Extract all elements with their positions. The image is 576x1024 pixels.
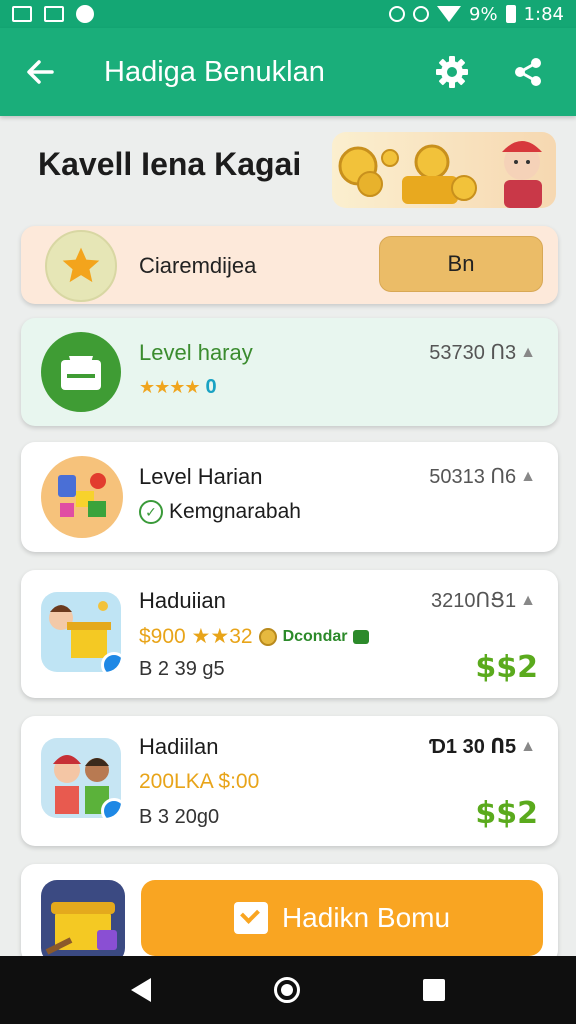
check-circle-icon: ✓ <box>139 500 163 524</box>
item-code: B 3 20g0 <box>139 806 220 828</box>
alarm-icon <box>413 6 430 22</box>
bonus-button[interactable]: Hadikn Bomu <box>141 880 543 956</box>
page-headline: Kavell Iena Kagai <box>38 146 302 182</box>
system-nav-bar <box>0 956 576 1024</box>
battery-percent: 9% <box>469 3 498 25</box>
reward-card-daily[interactable]: Level haray 53730 Ո3 ▲ ★★★★ 0 <box>21 318 558 426</box>
chevron-up-icon: ▲ <box>520 591 536 609</box>
back-button[interactable] <box>0 28 80 116</box>
item-meta-text: 53730 Ո3 <box>429 342 517 364</box>
item-price: $$2 <box>475 650 538 685</box>
share-icon <box>515 58 541 86</box>
item-title: Haduiian <box>139 588 226 613</box>
promo-badge <box>45 230 117 302</box>
reward-card-level-harian[interactable]: Level Harian 50313 Ո6 ▲ ✓ Kemgnarabah <box>21 442 558 552</box>
image-notification-icon <box>44 6 64 22</box>
status-text: Kemgnarabah <box>169 500 301 523</box>
share-badge-icon <box>101 798 121 818</box>
item-rating: ★★★★ 0 <box>139 376 217 399</box>
chevron-up-icon: ▲ <box>520 343 536 361</box>
item-title: Level Harian <box>139 464 263 489</box>
daily-level-icon <box>41 332 121 412</box>
gift-basket-image <box>41 880 125 964</box>
item-meta: 50313 Ո6 ▲ <box>429 464 536 489</box>
promo-label: Ciaremdijea <box>139 253 257 278</box>
reward-card-haduiian[interactable]: Haduiian 3210ՈՑ1 ▲ $900 ★★32 Dcondar B 2 … <box>21 570 558 698</box>
lock-icon <box>353 629 370 644</box>
item-meta: 53730 Ո3 ▲ <box>429 340 536 365</box>
item-amount-row: 200LKA $:00 <box>139 770 259 794</box>
friends-image <box>41 738 121 818</box>
promo-button[interactable]: Bn <box>379 236 543 292</box>
coin-icon <box>258 627 277 646</box>
wifi-icon <box>437 6 462 22</box>
item-amount: 200LKA $:00 <box>139 770 260 793</box>
mail-icon <box>233 902 268 934</box>
arrow-left-icon <box>27 60 54 84</box>
promo-card: Ciaremdijea Bn <box>21 226 558 304</box>
gear-icon <box>436 56 468 88</box>
chevron-up-icon: ▲ <box>520 467 536 485</box>
item-amount-row: $900 ★★32 Dcondar <box>139 624 370 649</box>
star-icon <box>62 247 100 283</box>
app-notification-icon <box>76 5 94 23</box>
battery-icon <box>505 5 516 23</box>
reward-card-hadiilan[interactable]: Hadiilan Ɗ1 30 Ո5 ▲ 200LKA $:00 B 3 20g0 … <box>21 716 558 846</box>
item-title: Level haray <box>139 340 253 365</box>
item-meta-text: Ɗ1 30 Ո5 <box>429 736 517 758</box>
bonus-card: Hadikn Bomu <box>21 864 558 964</box>
item-meta: 3210ՈՑ1 ▲ <box>431 588 536 613</box>
item-amount: $900 ★★32 <box>139 625 253 648</box>
app-bar: Hadiga Benuklan <box>0 28 576 116</box>
sync-icon <box>389 6 406 22</box>
reward-banner-image <box>332 132 556 208</box>
item-link[interactable]: Dcondar <box>283 628 348 646</box>
gallery-notification-icon <box>12 6 32 22</box>
share-button[interactable] <box>500 44 556 100</box>
status-bar: 9% 1:84 <box>0 0 576 28</box>
rating-value: 0 <box>205 376 217 398</box>
reward-box-image <box>41 592 121 672</box>
app-title: Hadiga Benuklan <box>104 55 325 88</box>
item-meta-text: 50313 Ո6 <box>429 466 517 488</box>
nav-recents-icon[interactable] <box>422 979 445 1001</box>
rating-stars: ★★★★ <box>139 377 201 397</box>
bonus-button-label: Hadikn Bomu <box>281 902 451 933</box>
item-meta-text: 3210ՈՑ1 <box>431 590 517 612</box>
item-code: B 2 39 g5 <box>139 658 225 680</box>
share-badge-icon <box>101 652 121 672</box>
item-meta: Ɗ1 30 Ո5 ▲ <box>429 734 536 759</box>
clock: 1:84 <box>523 3 564 25</box>
nav-home-icon[interactable] <box>273 977 300 1003</box>
item-title: Hadiilan <box>139 734 219 759</box>
settings-button[interactable] <box>424 44 480 100</box>
chevron-up-icon: ▲ <box>520 737 536 755</box>
nav-back-icon[interactable] <box>131 978 152 1002</box>
item-price: $$2 <box>475 796 538 831</box>
puzzle-blocks-icon <box>41 456 123 538</box>
item-status: ✓ Kemgnarabah <box>139 500 301 524</box>
